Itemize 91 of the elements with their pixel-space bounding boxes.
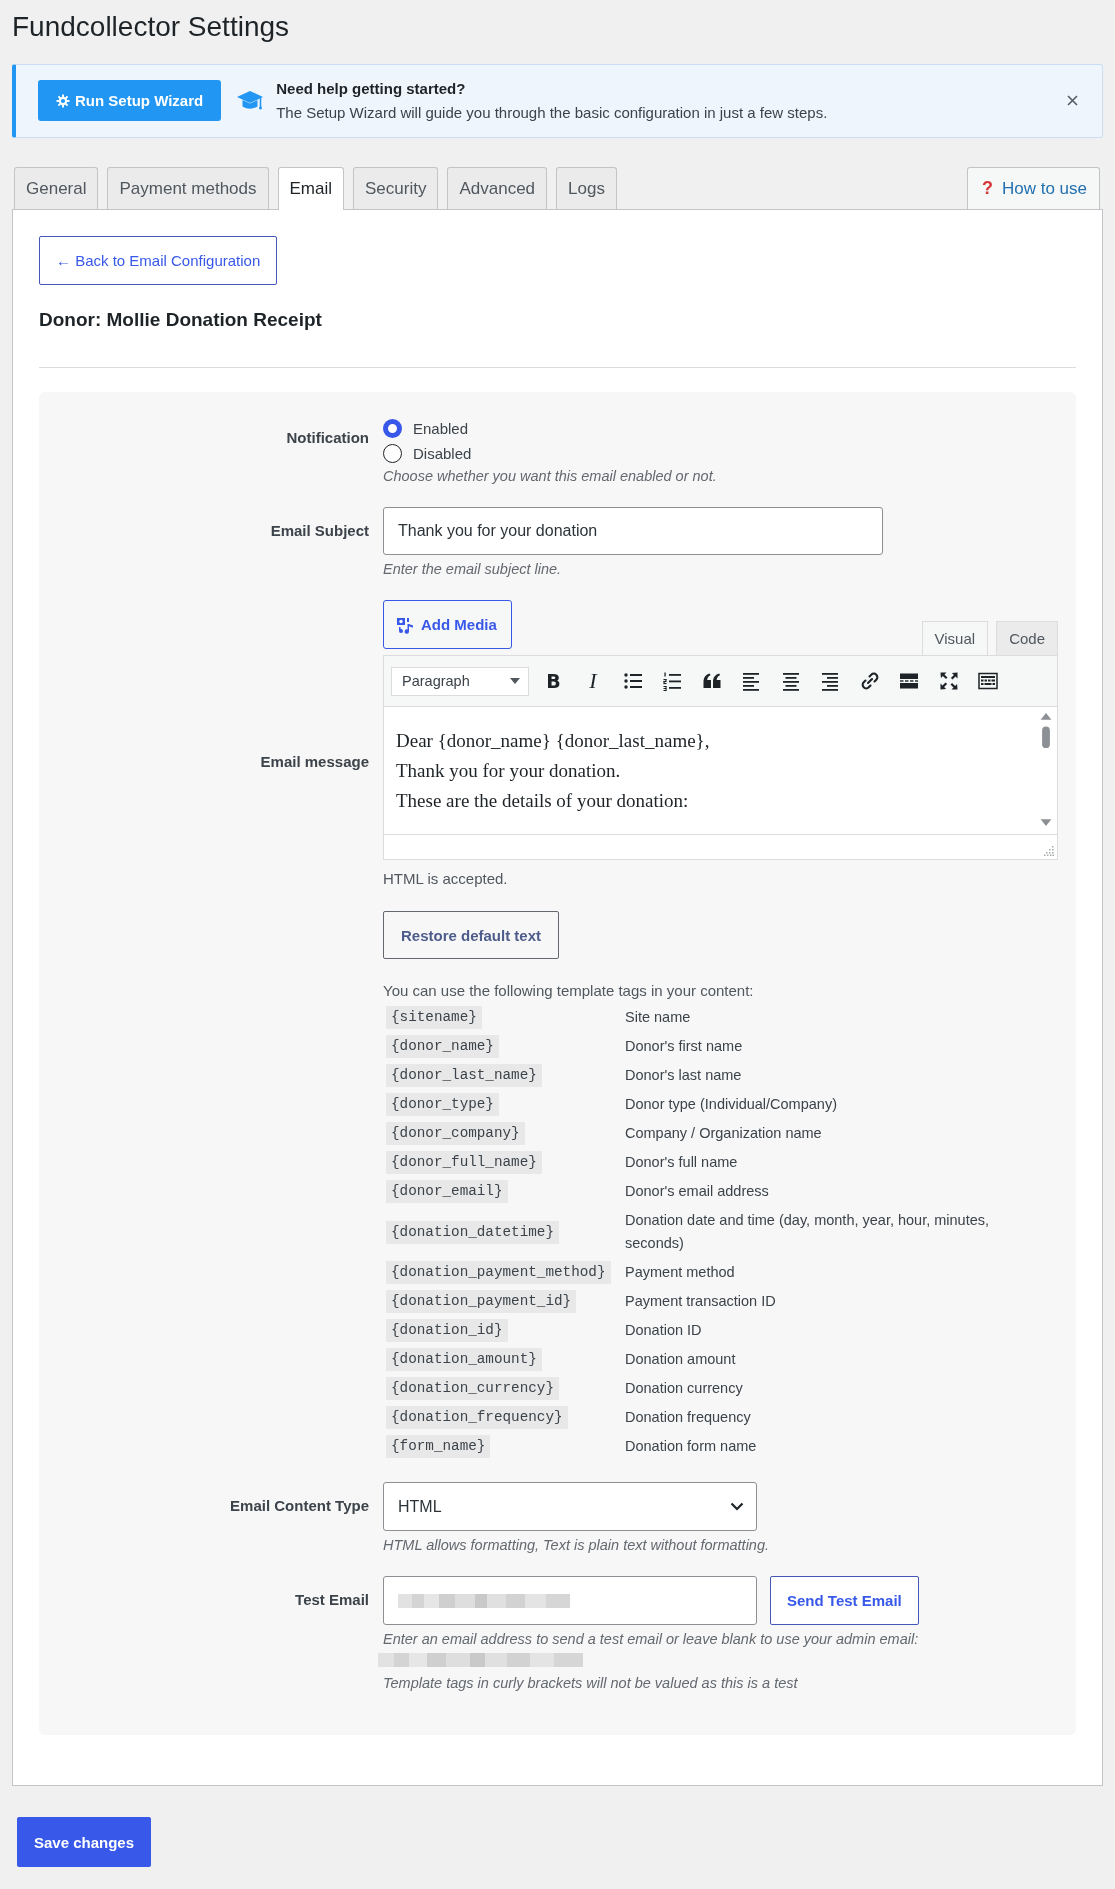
template-tag: {donor_company}	[386, 1122, 525, 1145]
field-label: Email message	[259, 752, 369, 772]
field-label: Test Email	[294, 1590, 369, 1610]
template-tag: {donation_amount}	[386, 1348, 542, 1371]
save-changes-button[interactable]: Save changes	[17, 1817, 152, 1867]
italic-button[interactable]: I	[578, 666, 608, 696]
template-tag: {donation_datetime}	[386, 1220, 559, 1244]
bulleted-list-icon	[622, 671, 643, 691]
settings-tab[interactable]: Payment methods	[107, 167, 269, 209]
tag-description: Donation date and time (day, month, year, hour, minutes, seconds)	[625, 1211, 991, 1253]
how-to-use-tab[interactable]: ? How to use	[966, 167, 1100, 209]
blockquote-icon	[701, 671, 722, 691]
tag-description: Donation ID	[625, 1321, 703, 1340]
chevron-down-icon	[730, 1502, 744, 1511]
format-select[interactable]: Paragraph	[391, 666, 529, 696]
template-tag: {donor_type}	[386, 1093, 499, 1116]
message-text-line: Dear {donor_name} {donor_last_name},	[396, 729, 711, 753]
message-editor-field[interactable]: Dear {donor_name} {donor_last_name}, Thank you for your donation. These are the details of your donation:	[384, 707, 1057, 834]
template-tags-intro: You can use the following template tags in your content:	[383, 981, 754, 1001]
settings-tab[interactable]: Advanced	[447, 167, 548, 209]
email-subject-input[interactable]: Thank you for your donation	[383, 507, 883, 555]
gear-icon	[56, 93, 70, 108]
tag-description: Donation currency	[625, 1379, 744, 1398]
resize-handle-icon[interactable]	[1044, 846, 1054, 856]
notice-text: The Setup Wizard will guide you through the basic configuration in just a few steps.	[276, 103, 829, 122]
field-description: Choose whether you want this email enabled or not.	[383, 467, 717, 486]
template-tag: {sitename}	[386, 1006, 482, 1029]
template-tag: {donation_payment_method}	[386, 1261, 611, 1284]
settings-tab[interactable]: Email	[277, 167, 344, 210]
template-tag: {form_name}	[386, 1435, 491, 1458]
field-description: Template tags in curly brackets will not be valued as this is a test	[383, 1674, 798, 1693]
field-description: Enter an email address to send a test email or leave blank to use your admin email:	[383, 1630, 919, 1649]
settings-tab[interactable]: Logs	[556, 167, 617, 209]
radio-button[interactable]	[383, 419, 402, 438]
toolbar-toggle-icon	[978, 671, 998, 691]
tag-description: Company / Organization name	[625, 1124, 823, 1143]
tag-description: Donor type (Individual/Company)	[625, 1095, 838, 1114]
tag-description: Donor's last name	[625, 1066, 743, 1085]
radio-label[interactable]: Disabled	[413, 445, 472, 462]
field-label: Email Subject	[269, 521, 369, 541]
editor-mode-tab[interactable]: Visual	[921, 621, 989, 655]
settings-tab[interactable]: Security	[353, 167, 439, 209]
tag-description: Payment transaction ID	[625, 1292, 777, 1311]
tag-description: Donor's first name	[625, 1037, 744, 1056]
radio-label[interactable]: Enabled	[413, 420, 469, 437]
align-center-icon	[780, 671, 801, 691]
template-tag: {donor_email}	[386, 1180, 508, 1203]
settings-tab[interactable]: General	[14, 167, 99, 209]
close-icon	[1067, 95, 1078, 106]
add-media-button[interactable]: Add Media	[383, 600, 512, 649]
align-right-icon	[820, 671, 840, 691]
question-mark-icon: ?	[981, 178, 993, 199]
template-tag: {donor_name}	[386, 1035, 499, 1058]
tag-description: Site name	[625, 1008, 692, 1027]
back-button[interactable]: ← Back to Email Configuration	[39, 236, 278, 285]
read-more-icon	[899, 671, 919, 691]
message-text-line: These are the details of your donation:	[396, 789, 690, 813]
page-title: Fundcollector Settings	[12, 10, 291, 44]
align-left-icon	[741, 671, 761, 691]
tag-description: Donation form name	[625, 1437, 758, 1456]
content-type-select[interactable]: HTML	[383, 1482, 757, 1531]
link-icon	[859, 671, 880, 691]
template-tag: {donation_payment_id}	[386, 1290, 577, 1313]
editor-note: HTML is accepted.	[383, 869, 508, 889]
message-text-line: Thank you for your donation.	[396, 759, 622, 783]
template-tag: {donor_full_name}	[386, 1151, 542, 1174]
numbered-list-icon	[662, 671, 682, 691]
field-description: HTML allows formatting, Text is plain text without formatting.	[383, 1536, 770, 1555]
field-label: Email Content Type	[229, 1496, 369, 1516]
fullscreen-icon	[938, 671, 959, 691]
caret-down-icon	[510, 678, 520, 684]
send-test-email-button[interactable]: Send Test Email	[770, 1576, 919, 1625]
notice-heading: Need help getting started?	[276, 79, 467, 98]
tag-description: Donation frequency	[625, 1408, 752, 1427]
bold-button[interactable]: B	[538, 666, 569, 696]
test-email-input[interactable]	[383, 1576, 757, 1625]
section-title: Donor: Mollie Donation Receipt	[39, 308, 323, 332]
radio-button[interactable]	[383, 444, 402, 463]
tag-description: Donation amount	[625, 1350, 737, 1369]
template-tag: {donor_last_name}	[386, 1064, 542, 1087]
restore-default-text-button[interactable]: Restore default text	[383, 911, 560, 959]
field-description: Enter the email subject line.	[383, 560, 562, 579]
tag-description: Donor's email address	[625, 1182, 770, 1201]
template-tag: {donation_currency}	[386, 1377, 559, 1400]
tag-description: Payment method	[625, 1263, 736, 1282]
template-tag: {donation_frequency}	[386, 1406, 568, 1429]
template-tag: {donation_id}	[386, 1319, 508, 1342]
dismiss-button[interactable]	[1065, 93, 1080, 108]
tag-description: Donor's full name	[625, 1153, 739, 1172]
field-label: Notification	[285, 428, 369, 448]
editor-mode-tab[interactable]: Code	[996, 621, 1058, 655]
